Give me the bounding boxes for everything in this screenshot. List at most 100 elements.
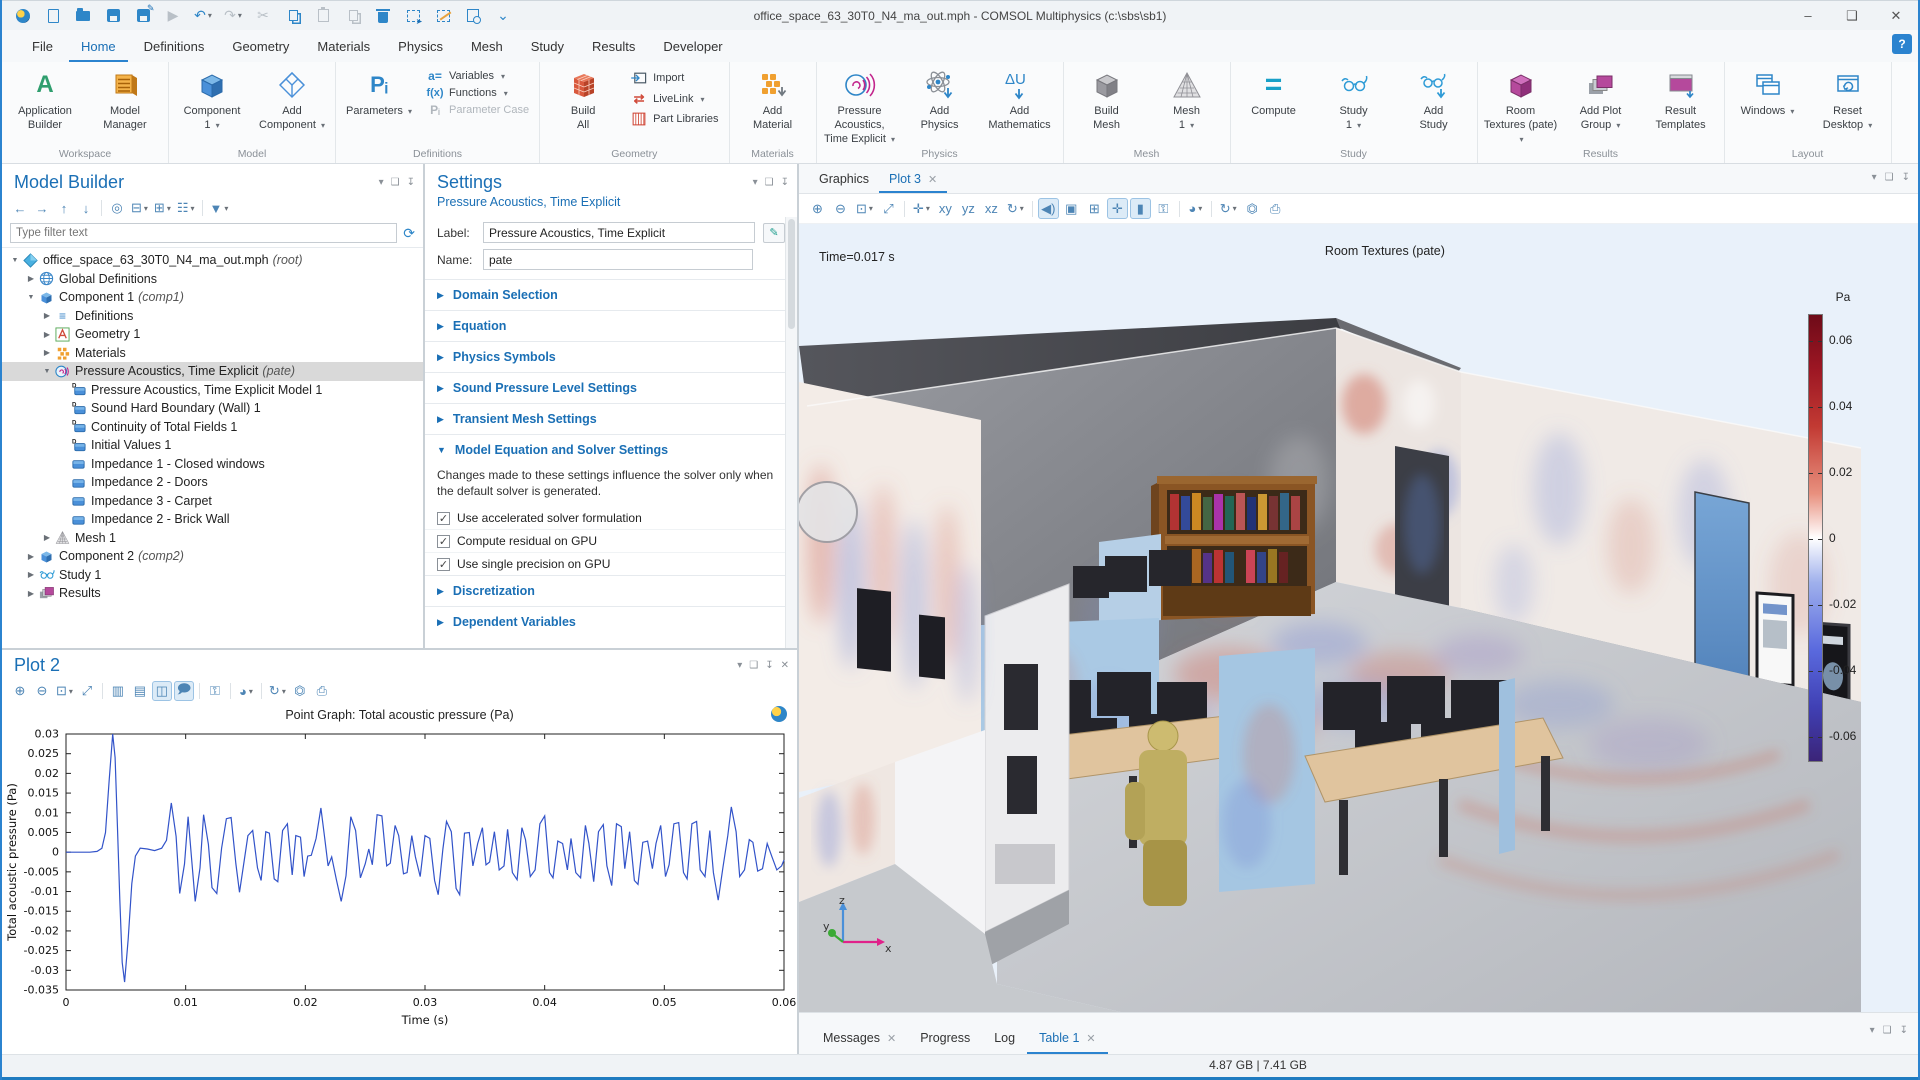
undo-icon[interactable]: ↶ ▾ xyxy=(190,4,216,28)
app-builder-button[interactable]: A Application Builder xyxy=(6,64,84,147)
view-yz-icon[interactable]: yz xyxy=(958,198,979,219)
tree-node[interactable]: ▼ Component 1 (comp1) xyxy=(2,288,423,307)
part-libraries-button[interactable]: Part Libraries xyxy=(626,110,722,128)
tree-expander-icon[interactable]: ▶ xyxy=(24,589,38,598)
panel-menu-icon[interactable]: ▾ xyxy=(1870,1025,1875,1036)
view-xy-icon[interactable]: xy xyxy=(935,198,956,219)
comsol-logo[interactable] xyxy=(10,4,36,28)
move-up-icon[interactable]: ↑ xyxy=(54,198,74,218)
tree-node[interactable]: ▶ Geometry 1 xyxy=(2,325,423,344)
tree-expander-icon[interactable]: ▶ xyxy=(24,570,38,579)
y-grid-icon[interactable]: ▤ xyxy=(130,681,150,701)
pin-panel-icon[interactable]: ↧ xyxy=(1902,172,1910,183)
maximize-button[interactable]: ❑ xyxy=(1830,2,1874,30)
refresh-filter-icon[interactable]: ⟳ xyxy=(403,225,415,242)
tree-expander-icon[interactable]: ▶ xyxy=(40,330,54,339)
settings-section-sound-pressure-level-settings[interactable]: ▶ Sound Pressure Level Settings xyxy=(425,372,797,403)
pin-panel-icon[interactable]: ↧ xyxy=(765,660,773,671)
close-tab-icon[interactable]: ✕ xyxy=(1086,1032,1095,1045)
close-tab-icon[interactable]: ✕ xyxy=(887,1032,896,1045)
tree-node[interactable]: Impedance 1 - Closed windows xyxy=(2,455,423,474)
lock-axes-icon[interactable]: ⚿ xyxy=(205,681,225,701)
help-button[interactable]: ? xyxy=(1892,34,1912,54)
add-physics-button[interactable]: Add Physics xyxy=(901,64,979,147)
x-grid-icon[interactable]: ▥ xyxy=(108,681,128,701)
tree-node[interactable]: ▶ Materials xyxy=(2,344,423,363)
rename-icon[interactable]: ✎ xyxy=(763,222,785,243)
print-icon[interactable]: ⎙ xyxy=(1265,198,1286,219)
grid-icon[interactable]: ⊞ xyxy=(1084,198,1105,219)
float-panel-icon[interactable]: ❑ xyxy=(765,177,774,188)
tree-expander-icon[interactable]: ▼ xyxy=(24,294,38,301)
mesh-button[interactable]: Mesh 1 ▾ xyxy=(1148,64,1226,147)
reset-desktop-button[interactable]: Reset Desktop ▾ xyxy=(1809,64,1887,147)
annotation-icon[interactable]: 🗩 xyxy=(173,681,194,701)
room-textures-button[interactable]: Room Textures (pate) ▾ xyxy=(1482,64,1560,147)
settings-section-discretization[interactable]: ▶ Discretization xyxy=(425,575,797,606)
panel-menu-icon[interactable]: ▾ xyxy=(753,177,758,188)
float-panel-icon[interactable]: ❑ xyxy=(1885,172,1894,183)
checkbox[interactable]: ✓ xyxy=(437,534,450,548)
tree-node[interactable]: Impedance 2 - Doors xyxy=(2,473,423,492)
tree-node[interactable]: D Initial Values 1 xyxy=(2,436,423,455)
pin-panel-icon[interactable]: ↧ xyxy=(1900,1025,1908,1036)
tab-log[interactable]: Log xyxy=(982,1023,1027,1054)
tree-expander-icon[interactable]: ▼ xyxy=(40,368,54,375)
show-axes-icon[interactable]: ✛ xyxy=(1106,198,1128,219)
tree-node[interactable]: ▶ ≡ Definitions xyxy=(2,307,423,326)
tree-node[interactable]: ▶ Study 1 xyxy=(2,566,423,585)
tree-node[interactable]: ▶ Global Definitions xyxy=(2,270,423,289)
delete-icon[interactable] xyxy=(370,4,396,28)
menu-geometry[interactable]: Geometry xyxy=(220,33,301,62)
menu-developer[interactable]: Developer xyxy=(651,33,734,62)
variables-button[interactable]: a= Variables ▾ xyxy=(422,68,533,84)
minimize-button[interactable]: – xyxy=(1786,2,1830,30)
tree-expander-icon[interactable]: ▼ xyxy=(8,257,22,264)
tree-expander-icon[interactable]: ▶ xyxy=(40,311,54,320)
tree-node[interactable]: D Sound Hard Boundary (Wall) 1 xyxy=(2,399,423,418)
functions-button[interactable]: f(x) Functions ▾ xyxy=(422,86,533,100)
tab-table-1[interactable]: Table 1 ✕ xyxy=(1027,1023,1108,1054)
float-panel-icon[interactable]: ❑ xyxy=(391,177,400,188)
label-field[interactable] xyxy=(483,222,755,243)
comsol-logo-icon[interactable] xyxy=(771,706,787,722)
settings-section-equation[interactable]: ▶ Equation xyxy=(425,310,797,341)
sound-icon[interactable]: ◀) xyxy=(1037,198,1059,219)
zoom-extents-icon[interactable]: ⤢ xyxy=(878,198,899,219)
paste-icon[interactable] xyxy=(310,4,336,28)
livelink-button[interactable]: ⇄ LiveLink ▾ xyxy=(626,90,722,108)
settings-scrollbar[interactable] xyxy=(785,217,797,648)
pin-panel-icon[interactable]: ↧ xyxy=(781,177,789,188)
scene-light-icon[interactable]: ▣ xyxy=(1061,198,1082,219)
move-down-icon[interactable]: ↓ xyxy=(76,198,96,218)
color-theme-icon[interactable]: ◕ ▾ xyxy=(236,681,256,701)
view-xz-icon[interactable]: xz xyxy=(981,198,1002,219)
tree-filter-input[interactable] xyxy=(10,223,398,243)
model-tree-nodes-icon[interactable]: ☷ ▾ xyxy=(175,198,197,218)
panel-menu-icon[interactable]: ▾ xyxy=(379,177,384,188)
settings-section-transient-mesh-settings[interactable]: ▶ Transient Mesh Settings xyxy=(425,403,797,434)
import-button[interactable]: Import xyxy=(626,68,722,88)
tree-node[interactable]: ▶ Mesh 1 xyxy=(2,529,423,548)
menu-mesh[interactable]: Mesh xyxy=(459,33,515,62)
find-icon[interactable] xyxy=(460,4,486,28)
room-scene-3d[interactable] xyxy=(799,284,1918,1012)
select-box-icon[interactable] xyxy=(400,4,426,28)
tree-node[interactable]: Impedance 3 - Carpet xyxy=(2,492,423,511)
tree-expander-icon[interactable]: ▶ xyxy=(24,552,38,561)
settings-section-model-equation-and-solver-settings[interactable]: ▼ Model Equation and Solver Settings xyxy=(425,434,797,465)
add-study-button[interactable]: Add Study xyxy=(1395,64,1473,147)
build-mesh-button[interactable]: Build Mesh xyxy=(1068,64,1146,147)
rotate-icon[interactable]: ↻ ▾ xyxy=(1004,198,1027,219)
zoom-in-icon[interactable]: ⊕ xyxy=(10,681,30,701)
zoom-box-icon[interactable]: ⊡ ▾ xyxy=(853,198,876,219)
add-math-button[interactable]: ΔU Add Mathematics xyxy=(981,64,1059,147)
redo-icon[interactable]: ↷ ▾ xyxy=(220,4,246,28)
clear-selection-icon[interactable] xyxy=(430,4,456,28)
pin-panel-icon[interactable]: ↧ xyxy=(407,177,415,188)
build-all-button[interactable]: Build All xyxy=(544,64,622,147)
parameters-button[interactable]: Pᵢ Parameters ▾ xyxy=(340,64,418,147)
collapse-all-icon[interactable]: ⊟ ▾ xyxy=(129,198,150,218)
parameter-case-button[interactable]: Pᵢ Parameter Case xyxy=(422,102,533,118)
close-panel-icon[interactable]: ✕ xyxy=(781,660,789,671)
